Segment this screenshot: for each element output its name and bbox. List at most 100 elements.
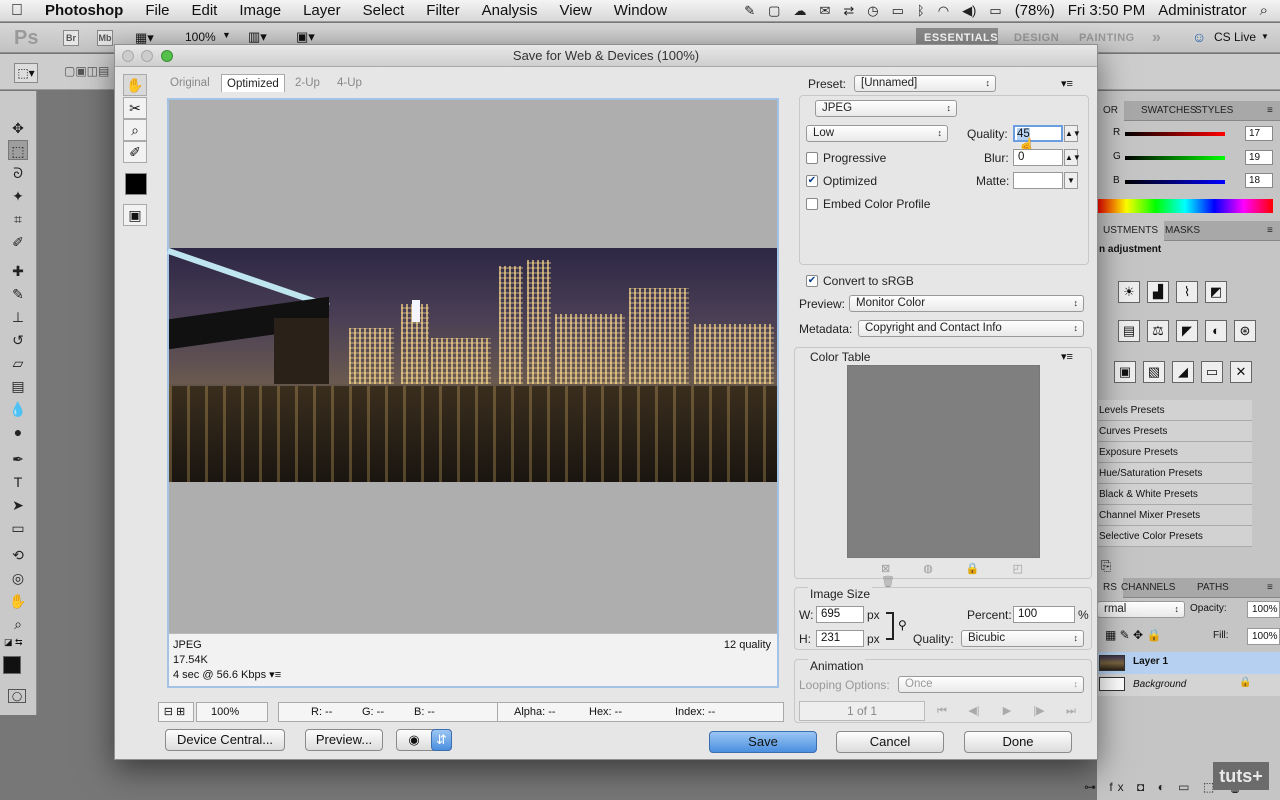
quality-stepper[interactable]: ▲▼	[1064, 125, 1081, 142]
menu-view[interactable]: View	[549, 2, 603, 19]
3d-orbit-tool-icon[interactable]: ◎	[8, 568, 28, 588]
menu-filter[interactable]: Filter	[415, 2, 470, 19]
curves-icon[interactable]: ⌇	[1176, 281, 1198, 303]
looping-select[interactable]: Once	[898, 676, 1084, 693]
preset-hue-saturation[interactable]: Hue/Saturation Presets	[1097, 463, 1252, 484]
script-icon[interactable]: ✎	[744, 3, 755, 19]
optimized-preview-pane[interactable]: JPEG 17.54K 4 sec @ 56.6 Kbps ▾≡ 12 qual…	[167, 98, 779, 688]
display-icon[interactable]: ▭	[892, 3, 904, 19]
progressive-checkbox[interactable]	[806, 152, 818, 164]
clock[interactable]: Fri 3:50 PM	[1068, 2, 1146, 19]
eyedropper-tool-icon-dialog[interactable]: ✐	[123, 141, 147, 163]
chat-icon[interactable]: ✉	[819, 3, 830, 19]
apple-icon[interactable]: 	[0, 2, 34, 20]
close-icon[interactable]	[122, 50, 134, 62]
photo-filter-icon[interactable]: ◐	[1205, 320, 1227, 342]
healing-brush-tool-icon[interactable]: ✚	[8, 261, 28, 281]
battery-icon[interactable]: ▭	[989, 3, 1001, 19]
dodge-tool-icon[interactable]: ●	[8, 422, 28, 442]
eyedropper-tool-icon[interactable]: ✐	[8, 232, 28, 252]
color-table-menu-icon[interactable]: ▾≡	[1061, 350, 1073, 363]
adjust-footer-icon[interactable]: ⎘	[1101, 558, 1111, 574]
lasso-tool-icon[interactable]: ᘐ	[8, 163, 28, 183]
play-icon[interactable]: ▶	[993, 701, 1021, 721]
background-layer-name[interactable]: Background	[1133, 679, 1186, 690]
menu-app-photoshop[interactable]: Photoshop	[34, 2, 134, 19]
menu-window[interactable]: Window	[603, 2, 678, 19]
save-button[interactable]: Save	[709, 731, 817, 753]
toggle-slices-icon[interactable]: ▣	[123, 204, 147, 226]
next-frame-icon[interactable]: |▶	[1025, 701, 1053, 721]
preset-channel-mixer[interactable]: Channel Mixer Presets	[1097, 505, 1252, 526]
matte-dropdown-icon[interactable]: ▼	[1064, 172, 1078, 189]
first-frame-icon[interactable]: ⏮	[928, 701, 956, 721]
cancel-button[interactable]: Cancel	[836, 731, 944, 753]
gradient-tool-icon[interactable]: ▤	[8, 376, 28, 396]
more-workspaces-icon[interactable]: »	[1152, 28, 1161, 48]
quick-select-tool-icon[interactable]: ✦	[8, 186, 28, 206]
slice-select-tool-icon[interactable]: ✂	[123, 97, 147, 119]
user-menu[interactable]: Administrator	[1158, 2, 1246, 19]
color-balance-icon[interactable]: ⚖	[1147, 320, 1169, 342]
tab-paths[interactable]: PATHS	[1191, 578, 1235, 598]
path-select-tool-icon[interactable]: ➤	[8, 495, 28, 515]
menu-select[interactable]: Select	[352, 2, 416, 19]
adjust-panel-menu-icon[interactable]: ≡	[1261, 221, 1279, 241]
menu-file[interactable]: File	[134, 2, 180, 19]
tab-masks[interactable]: MASKS	[1159, 221, 1206, 241]
crop-tool-icon[interactable]: ⌗	[8, 209, 28, 229]
move-tool-icon[interactable]: ✥	[8, 118, 28, 138]
menu-image[interactable]: Image	[228, 2, 292, 19]
optimize-menu-icon[interactable]: ▾≡	[1061, 77, 1073, 90]
gradient-map-icon[interactable]: ▭	[1201, 361, 1223, 383]
brush-tool-icon[interactable]: ✎	[8, 284, 28, 304]
clone-stamp-tool-icon[interactable]: ⊥	[8, 307, 28, 327]
eyedropper-color-swatch[interactable]	[125, 173, 147, 195]
matte-color-field[interactable]	[1013, 172, 1063, 189]
download-rate-menu-icon[interactable]: ▾≡	[269, 669, 281, 681]
marquee-tool-icon[interactable]: ⬚	[8, 140, 28, 160]
type-tool-icon[interactable]: T	[8, 472, 28, 492]
zoom-level[interactable]: 100%	[185, 30, 216, 44]
quick-mask-icon[interactable]: ◯	[8, 689, 26, 703]
red-slider[interactable]	[1125, 132, 1225, 136]
preset-levels[interactable]: Levels Presets	[1097, 400, 1252, 421]
width-input[interactable]: 695	[816, 606, 864, 623]
green-slider[interactable]	[1125, 156, 1225, 160]
red-value[interactable]: 17	[1245, 126, 1273, 141]
sync-icon[interactable]: ⇄	[843, 3, 854, 19]
layer-row-background[interactable]: Background 🔒	[1097, 674, 1280, 696]
levels-icon[interactable]: ▟	[1147, 281, 1169, 303]
threshold-icon[interactable]: ◢	[1172, 361, 1194, 383]
selection-mode-icons[interactable]: ▢▣◫▤	[64, 64, 109, 78]
zoom-tool-icon-dialog[interactable]: ⌕	[123, 119, 147, 141]
percent-input[interactable]: 100	[1013, 606, 1075, 623]
hue-saturation-icon[interactable]: ⊛	[1234, 320, 1256, 342]
cs-live-icon[interactable]: ☺	[1192, 29, 1206, 45]
cloud-icon[interactable]: ☁	[793, 3, 806, 19]
tab-4up[interactable]: 4-Up	[332, 74, 367, 92]
green-value[interactable]: 19	[1245, 150, 1273, 165]
optimized-checkbox[interactable]: ✔	[806, 175, 818, 187]
bluetooth-icon[interactable]: ᛒ	[917, 3, 925, 18]
tab-color[interactable]: OR	[1097, 101, 1124, 121]
cs-live-dropdown-icon[interactable]: ▼	[1261, 32, 1269, 41]
blur-input[interactable]: 0	[1013, 149, 1063, 166]
zoom-dropdown-icon[interactable]: ▼	[222, 30, 231, 40]
menu-edit[interactable]: Edit	[181, 2, 229, 19]
window-icon[interactable]: ▢	[768, 3, 780, 19]
tool-preset-picker[interactable]: ⬚▾	[14, 63, 38, 83]
tab-2up[interactable]: 2-Up	[290, 74, 325, 92]
eraser-tool-icon[interactable]: ▱	[8, 353, 28, 373]
zoom-level-select[interactable]: 100%	[196, 702, 268, 722]
preview-button[interactable]: Preview...	[305, 729, 383, 751]
device-central-button[interactable]: Device Central...	[165, 729, 285, 751]
hand-tool-icon-dialog[interactable]: ✋	[123, 74, 147, 96]
channel-mixer-icon[interactable]: ▤	[1118, 320, 1140, 342]
resample-select[interactable]: Bicubic	[961, 630, 1084, 647]
compression-quality-select[interactable]: Low	[806, 125, 948, 142]
brightness-contrast-icon[interactable]: ☀	[1118, 281, 1140, 303]
preset-selective-color[interactable]: Selective Color Presets	[1097, 526, 1252, 547]
color-table-tool-icons[interactable]: ⊠ ◍ 🔒 ◰ 🗑	[881, 562, 1041, 588]
opacity-input[interactable]: 100%	[1247, 601, 1280, 618]
